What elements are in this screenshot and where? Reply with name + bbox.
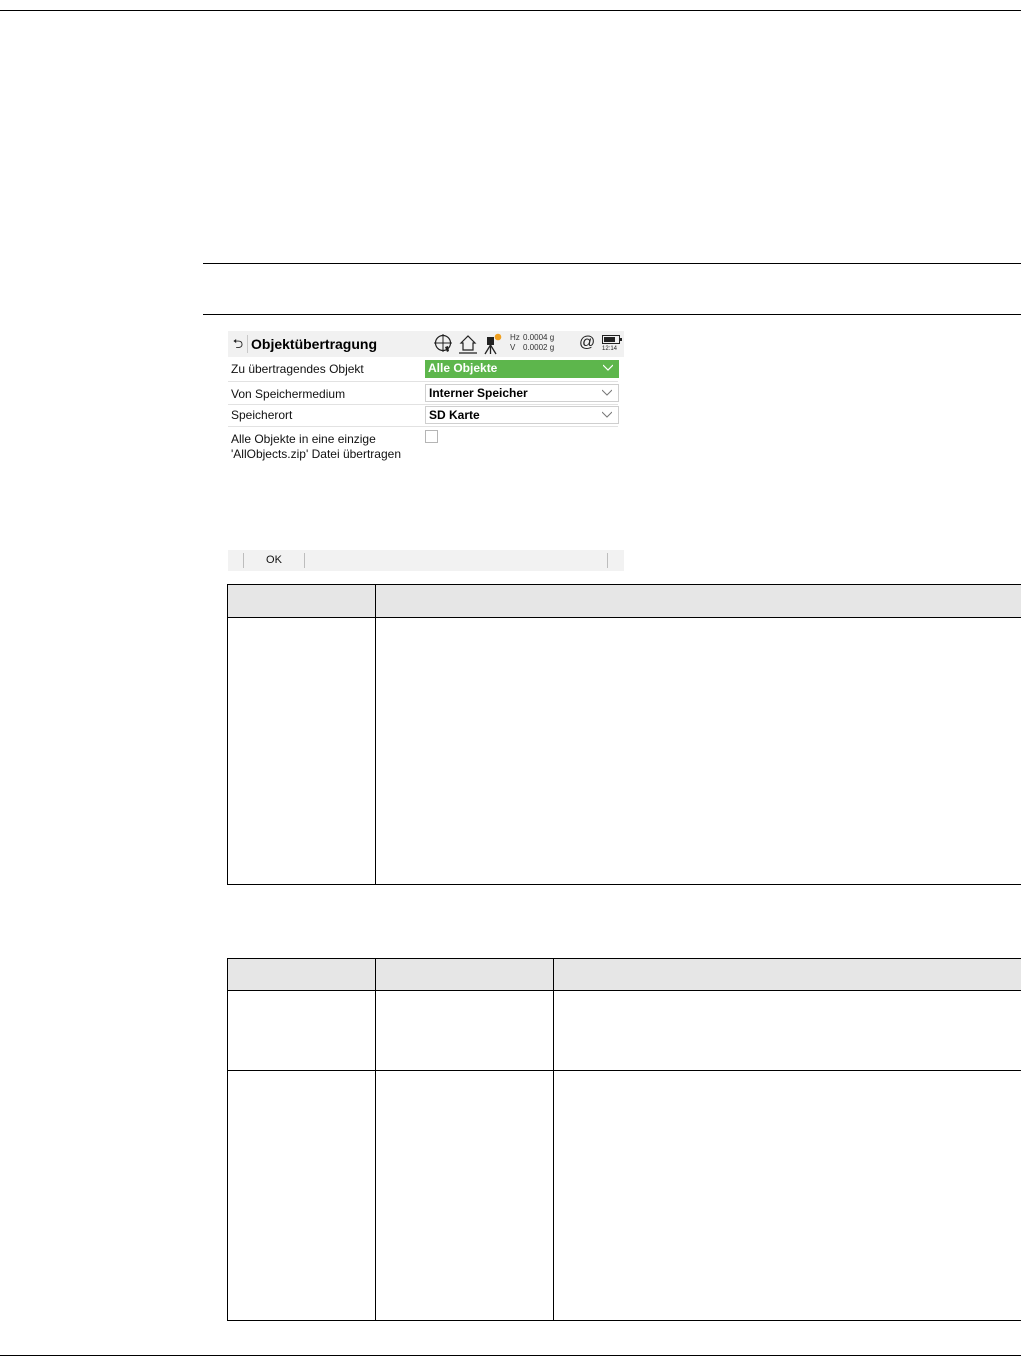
softkey-separator	[607, 553, 608, 568]
table-header-cell	[375, 958, 554, 991]
table-row	[227, 1070, 1021, 1321]
page-title: Objektübertragung	[251, 336, 378, 352]
title-bar: ⮌ Objektübertragung Hz 0.0004 g V 0.0002…	[228, 331, 624, 357]
row-divider	[228, 426, 618, 427]
chevron-down-icon	[602, 389, 612, 396]
object-label: Zu übertragendes Objekt	[231, 362, 364, 376]
page-top-rule	[0, 10, 1021, 11]
object-dropdown-value: Alle Objekte	[428, 361, 498, 375]
ok-button[interactable]: OK	[244, 550, 304, 571]
source-medium-dropdown[interactable]: Interner Speicher	[425, 384, 619, 402]
table-cell	[375, 990, 554, 1071]
softkey-bar: OK	[228, 550, 624, 571]
row-divider	[228, 404, 618, 405]
title-separator	[247, 335, 248, 353]
table-cell	[375, 1070, 554, 1321]
zip-option-line2: 'AllObjects.zip' Datei übertragen	[231, 447, 401, 461]
source-medium-value: Interner Speicher	[429, 386, 528, 400]
table-cell	[227, 617, 376, 885]
v-value: 0.0002 g	[523, 343, 555, 352]
table-cell	[553, 990, 1021, 1071]
station-home-icon[interactable]	[458, 333, 478, 355]
options-table	[227, 958, 1021, 1321]
back-button[interactable]: ⮌	[230, 335, 246, 353]
row-divider	[228, 381, 618, 382]
table-header-cell	[553, 958, 1021, 991]
location-dropdown[interactable]: SD Karte	[425, 406, 619, 424]
device-screen: ⮌ Objektübertragung Hz 0.0004 g V 0.0002…	[228, 331, 624, 571]
table-row	[227, 617, 1021, 885]
clock: 12:14	[602, 346, 618, 352]
zip-option-label: Alle Objekte in eine einzige 'AllObjects…	[231, 432, 401, 462]
source-medium-label: Von Speichermedium	[231, 387, 346, 401]
zip-option-checkbox[interactable]	[425, 430, 438, 443]
table-header-cell	[375, 584, 1021, 618]
hz-value: 0.0004 g	[523, 333, 555, 342]
zip-option-line1: Alle Objekte in eine einzige	[231, 432, 376, 446]
at-sign-icon[interactable]: @	[579, 333, 595, 353]
location-value: SD Karte	[429, 408, 480, 422]
softkey-separator	[304, 553, 305, 568]
table-header-row	[227, 584, 1021, 618]
hz-label: Hz	[510, 333, 520, 342]
v-label: V	[510, 343, 516, 352]
table-header-row	[227, 958, 1021, 991]
table-row	[227, 990, 1021, 1071]
object-dropdown[interactable]: Alle Objekte	[425, 360, 619, 378]
location-label: Speicherort	[231, 408, 293, 422]
crosshair-target-icon[interactable]	[433, 333, 453, 355]
back-arrow-icon: ⮌	[232, 336, 244, 351]
table-cell	[227, 1070, 376, 1321]
table-cell	[227, 990, 376, 1071]
table-cell	[375, 617, 1021, 885]
battery-icon	[602, 335, 622, 344]
section-rule-top	[203, 263, 1021, 264]
chevron-down-icon	[602, 411, 612, 418]
angle-readout: Hz 0.0004 g V 0.0002 g	[510, 333, 554, 353]
instrument-icon[interactable]	[482, 333, 502, 355]
table-header-cell	[227, 584, 376, 618]
table-cell	[553, 1070, 1021, 1321]
description-table	[227, 584, 1021, 885]
chevron-down-icon	[603, 364, 613, 371]
section-rule-bottom	[203, 314, 1021, 315]
table-header-cell	[227, 958, 376, 991]
